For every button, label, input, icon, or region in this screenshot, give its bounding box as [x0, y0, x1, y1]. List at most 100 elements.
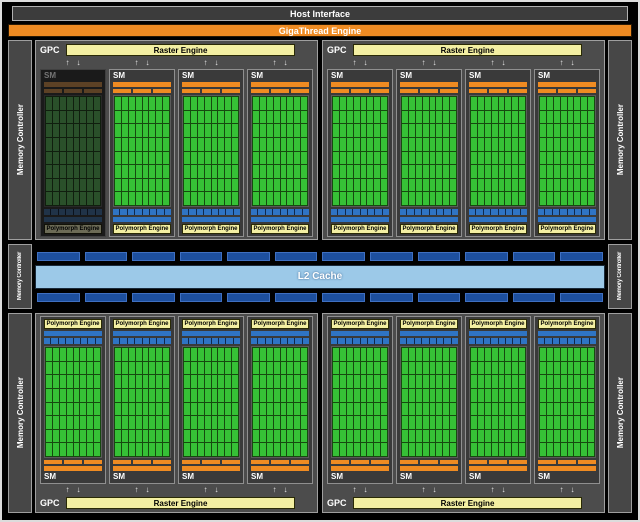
cuda-core: [53, 165, 59, 178]
cuda-core: [184, 179, 190, 192]
gpc-label: GPC: [40, 45, 66, 55]
cuda-core: [87, 362, 93, 375]
cuda-core: [156, 179, 162, 192]
cuda-core: [212, 152, 218, 165]
cuda-core: [301, 179, 307, 192]
sm-dispatch-unit: [222, 460, 240, 464]
cuda-core: [492, 443, 498, 456]
cuda-core: [184, 111, 190, 124]
sm-dispatch-row: [44, 460, 102, 464]
cuda-core: [402, 375, 408, 388]
cuda-core: [94, 179, 100, 192]
cuda-core: [443, 152, 449, 165]
up-arrow-icon: ↑: [135, 58, 139, 68]
sm-block: SMPolymorph Engine: [465, 69, 531, 237]
cuda-core: [122, 348, 128, 361]
load-store-unit: [375, 209, 381, 215]
sm-block: SM Polymorph Engine: [534, 69, 600, 237]
sm-label: SM: [538, 72, 596, 80]
cuda-core: [519, 403, 525, 416]
up-arrow-icon: ↑: [204, 485, 208, 495]
cuda-core: [60, 403, 66, 416]
cuda-core: [443, 430, 449, 443]
shared-cache-bar: [469, 331, 527, 336]
cuda-core: [60, 348, 66, 361]
cuda-core: [568, 389, 574, 402]
cuda-core: [402, 165, 408, 178]
load-store-unit: [226, 338, 232, 344]
sm-dispatch-unit: [64, 460, 82, 464]
cuda-core: [205, 375, 211, 388]
sm-dispatch-unit: [44, 89, 62, 93]
cuda-core: [267, 111, 273, 124]
cuda-core: [94, 362, 100, 375]
memory-partition-segment: [227, 293, 270, 302]
cuda-core: [287, 138, 293, 151]
cuda-core: [381, 192, 387, 205]
cuda-core: [301, 430, 307, 443]
cuda-core: [581, 192, 587, 205]
sm-row: SMPolymorph EngineSMPolymorph EngineSMPo…: [327, 69, 600, 237]
cuda-core: [184, 192, 190, 205]
polymorph-engine: Polymorph Engine: [538, 224, 596, 234]
cuda-core: [540, 375, 546, 388]
cuda-core: [281, 403, 287, 416]
sm-scheduler-bar: [331, 82, 389, 87]
sm-scheduler-bar: [44, 82, 102, 87]
cuda-core: [340, 403, 346, 416]
sm-dispatch-unit: [84, 89, 102, 93]
down-arrow-icon: ↓: [433, 485, 437, 495]
cuda-core: [253, 138, 259, 151]
sm-dispatch-unit: [251, 460, 269, 464]
cuda-core: [205, 416, 211, 429]
cuda-core: [354, 138, 360, 151]
cuda-core: [191, 179, 197, 192]
cuda-core: [485, 416, 491, 429]
cuda-core: [409, 403, 415, 416]
sm-scheduler-bar: [331, 466, 389, 471]
cuda-core: [198, 97, 204, 110]
cuda-core: [294, 430, 300, 443]
cuda-core: [588, 389, 594, 402]
cuda-core: [423, 165, 429, 178]
sm-dispatch-unit: [351, 89, 369, 93]
cuda-core: [333, 192, 339, 205]
cuda-core: [581, 111, 587, 124]
cuda-core: [191, 443, 197, 456]
cuda-core: [499, 165, 505, 178]
cuda-core: [423, 443, 429, 456]
cuda-core: [191, 375, 197, 388]
cuda-core: [260, 416, 266, 429]
load-store-row: [251, 209, 309, 215]
cuda-core: [478, 179, 484, 192]
cuda-core: [505, 165, 511, 178]
cuda-core: [281, 362, 287, 375]
cuda-core: [512, 192, 518, 205]
cuda-core: [574, 348, 580, 361]
cuda-core: [281, 152, 287, 165]
cuda-core: [505, 375, 511, 388]
cuda-core: [485, 362, 491, 375]
sm-dispatch-unit: [578, 89, 596, 93]
cuda-core: [381, 403, 387, 416]
cuda-core: [574, 430, 580, 443]
cuda-core: [53, 416, 59, 429]
sm-dispatch-unit: [182, 89, 200, 93]
cuda-core: [149, 389, 155, 402]
cuda-core: [568, 375, 574, 388]
gpc-label: GPC: [327, 45, 353, 55]
cuda-core: [361, 430, 367, 443]
cuda-core: [46, 179, 52, 192]
cuda-core: [409, 165, 415, 178]
cuda-core: [274, 192, 280, 205]
cuda-core: [46, 362, 52, 375]
cuda-core: [122, 179, 128, 192]
cuda-core: [361, 152, 367, 165]
cuda-core: [198, 165, 204, 178]
load-store-unit: [204, 338, 210, 344]
cuda-core: [115, 111, 121, 124]
load-store-unit: [400, 338, 406, 344]
cuda-core: [471, 179, 477, 192]
cuda-core: [505, 97, 511, 110]
cuda-core: [198, 416, 204, 429]
